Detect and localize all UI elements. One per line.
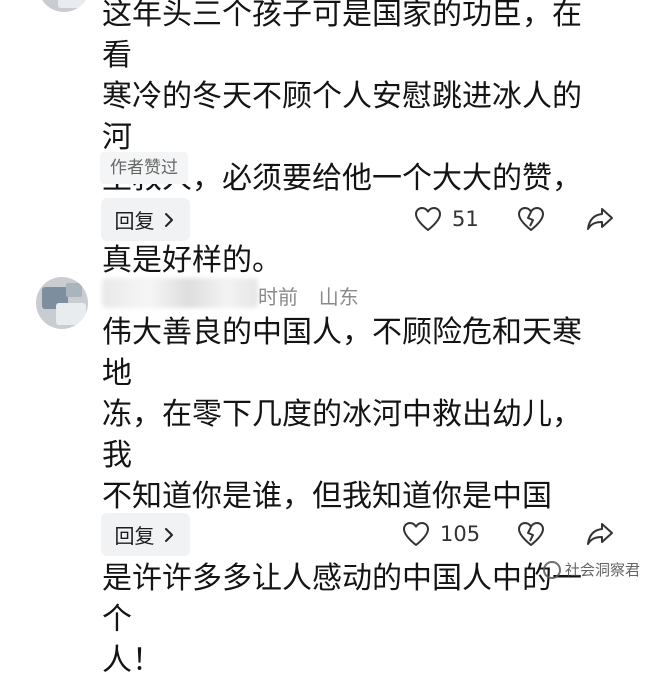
heart-icon	[414, 206, 442, 232]
reply-button[interactable]: 回复	[101, 198, 190, 241]
avatar[interactable]	[38, 0, 90, 12]
comment-meta: 时前 山东	[258, 281, 359, 310]
reply-button[interactable]: 回复	[101, 513, 190, 556]
share-icon	[586, 521, 614, 547]
watermark-logo-icon	[542, 560, 561, 579]
like-button[interactable]: 51	[414, 206, 479, 232]
share-icon	[586, 206, 614, 232]
author-liked-tag: 作者赞过	[100, 152, 188, 184]
comment-line: 寒冷的冬天不顾个人安慰跳进冰人的河	[102, 79, 582, 155]
dislike-button[interactable]	[517, 206, 545, 232]
comment-time: 时前	[258, 285, 298, 309]
comment-body: 伟大善良的中国人，不顾险危和天寒地 冻，在零下几度的冰河中救出幼儿，我 不知道你…	[102, 312, 602, 681]
share-button[interactable]	[586, 521, 614, 547]
share-button[interactable]	[586, 206, 614, 232]
comment-line: 冻，在零下几度的冰河中救出幼儿，我	[102, 397, 582, 473]
comment-line: 是许许多多让人感动的中国人中的一个	[102, 561, 582, 637]
chevron-right-icon	[161, 527, 177, 543]
watermark-text: 社会洞察君	[564, 561, 640, 579]
comment-location: 山东	[318, 285, 359, 309]
watermark: 社会洞察君	[542, 559, 640, 580]
broken-heart-icon	[517, 521, 545, 547]
avatar[interactable]	[36, 277, 88, 329]
like-count: 105	[440, 522, 481, 546]
chevron-right-icon	[161, 212, 177, 228]
comment-line: 人！	[102, 643, 162, 678]
reply-label: 回复	[114, 209, 155, 233]
like-button[interactable]: 105	[402, 521, 480, 547]
dislike-button[interactable]	[517, 521, 545, 547]
comment-line: 这年头三个孩子可是国家的功臣，在看	[102, 0, 582, 73]
broken-heart-icon	[517, 206, 545, 232]
reply-label: 回复	[114, 524, 155, 548]
heart-icon	[402, 521, 430, 547]
comment-line: 真是好样的。	[102, 243, 282, 278]
username-blurred[interactable]	[102, 278, 258, 308]
like-count: 51	[452, 207, 479, 231]
comment-line: 伟大善良的中国人，不顾险危和天寒地	[102, 315, 582, 391]
